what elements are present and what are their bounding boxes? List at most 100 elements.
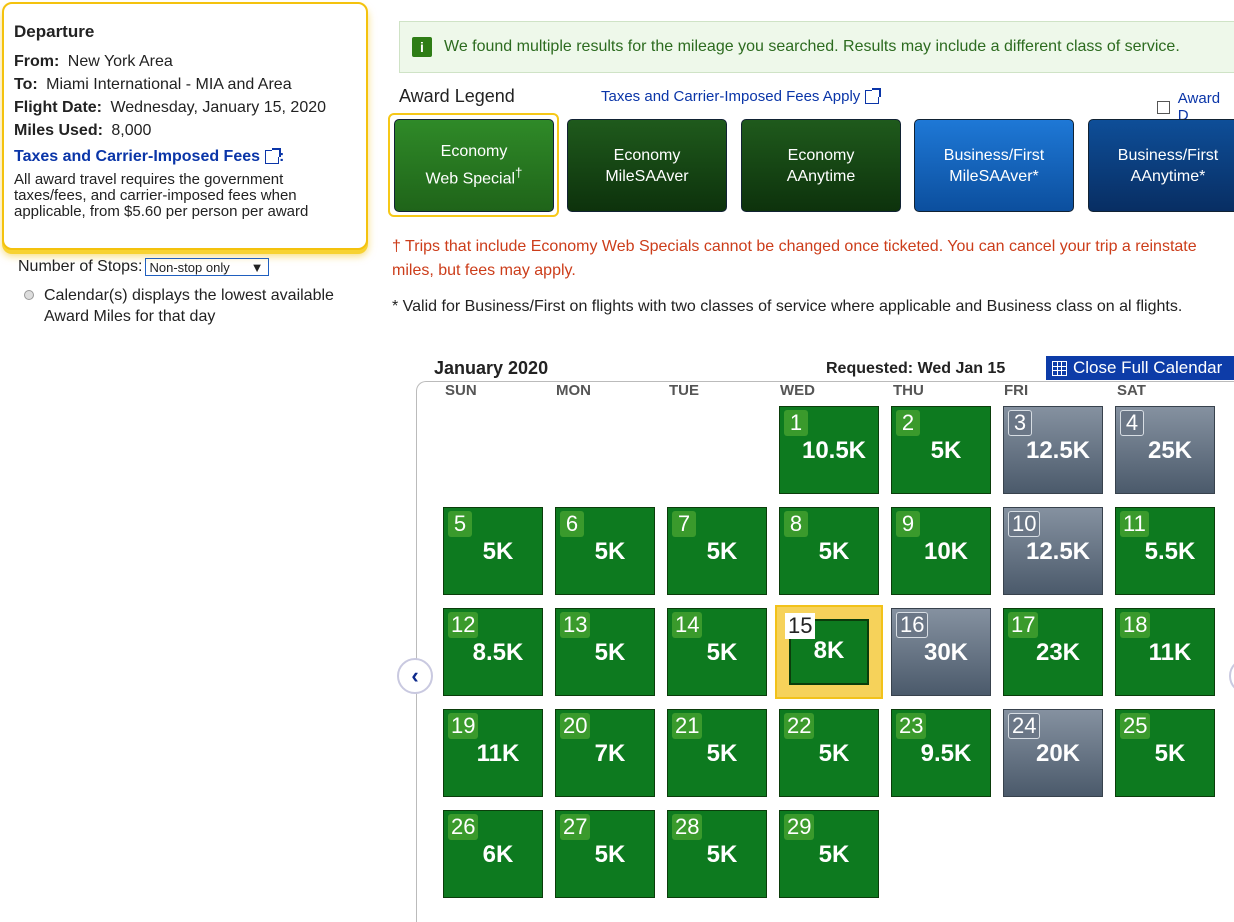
info-icon: i bbox=[412, 37, 432, 57]
day-number: 3 bbox=[1008, 410, 1032, 436]
day-number: 6 bbox=[560, 511, 584, 537]
day-number: 23 bbox=[896, 713, 927, 739]
day-number: 8 bbox=[784, 511, 808, 537]
day-number: 18 bbox=[1120, 612, 1151, 638]
calendar-day[interactable]: 20 7K bbox=[555, 709, 655, 797]
weekday-sun: SUN bbox=[445, 382, 477, 399]
day-number: 25 bbox=[1120, 713, 1151, 739]
calendar-day[interactable]: 1 10.5K bbox=[779, 406, 879, 494]
day-number: 19 bbox=[448, 713, 479, 739]
calendar-note: Calendar(s) displays the lowest availabl… bbox=[24, 285, 344, 327]
day-number: 27 bbox=[560, 814, 591, 840]
award-chart-icon bbox=[1157, 100, 1170, 114]
day-number: 1 bbox=[784, 410, 808, 436]
day-number: 10 bbox=[1008, 511, 1041, 537]
day-miles: 23K bbox=[1035, 639, 1081, 666]
day-miles: 5K bbox=[482, 538, 514, 565]
calendar-day[interactable]: 14 5K bbox=[667, 608, 767, 696]
weekday-mon: MON bbox=[556, 382, 591, 399]
day-number: 20 bbox=[560, 713, 591, 739]
day-number: 2 bbox=[896, 410, 920, 436]
weekday-wed: WED bbox=[780, 382, 815, 399]
taxes-fees-link[interactable]: Taxes and Carrier-Imposed Fees : bbox=[14, 148, 284, 166]
day-miles: 5K bbox=[594, 639, 626, 666]
calendar-day[interactable]: 16 30K bbox=[891, 608, 991, 696]
calendar-day[interactable]: 18 11K bbox=[1115, 608, 1215, 696]
day-number: 22 bbox=[784, 713, 815, 739]
calendar-day[interactable]: 25 5K bbox=[1115, 709, 1215, 797]
calendar-day[interactable]: 27 5K bbox=[555, 810, 655, 898]
legend-business-aanytime[interactable]: Business/First AAnytime* bbox=[1088, 119, 1234, 212]
flight-date-row: Flight Date: Wednesday, January 15, 2020 bbox=[14, 99, 327, 116]
calendar-day[interactable]: 10 12.5K bbox=[1003, 507, 1103, 595]
calendar-grid-icon bbox=[1052, 360, 1067, 376]
day-miles: 11K bbox=[1148, 639, 1192, 666]
day-miles: 5K bbox=[706, 538, 738, 565]
calendar-day[interactable]: 29 5K bbox=[779, 810, 879, 898]
calendar-day[interactable]: 19 11K bbox=[443, 709, 543, 797]
dropdown-arrow-icon: ▼ bbox=[250, 259, 264, 275]
external-link-icon bbox=[265, 148, 282, 164]
weekday-tue: TUE bbox=[669, 382, 699, 399]
calendar-day[interactable]: 26 6K bbox=[443, 810, 543, 898]
day-number: 21 bbox=[672, 713, 703, 739]
day-number: 4 bbox=[1120, 410, 1144, 436]
calendar-day[interactable]: 5 5K bbox=[443, 507, 543, 595]
calendar-day[interactable]: 6 5K bbox=[555, 507, 655, 595]
dagger-mark: † bbox=[515, 165, 523, 181]
calendar-day[interactable]: 11 5.5K bbox=[1115, 507, 1215, 595]
calendar-day[interactable]: 15 8K bbox=[775, 605, 883, 699]
web-special-note: † Trips that include Economy Web Special… bbox=[392, 238, 1197, 279]
calendar-day[interactable]: 12 8.5K bbox=[443, 608, 543, 696]
calendar-day[interactable]: 13 5K bbox=[555, 608, 655, 696]
day-miles: 12.5K bbox=[1025, 538, 1091, 565]
stops-select[interactable]: Non-stop only ▼ bbox=[144, 258, 269, 276]
calendar-day[interactable]: 7 5K bbox=[667, 507, 767, 595]
fees-note: All award travel requires the government… bbox=[14, 171, 309, 220]
day-number: 5 bbox=[448, 511, 472, 537]
calendar-day[interactable]: 24 20K bbox=[1003, 709, 1103, 797]
calendar-day[interactable]: 2 5K bbox=[891, 406, 991, 494]
day-miles: 5K bbox=[930, 437, 962, 464]
weekday-fri: FRI bbox=[1004, 382, 1029, 399]
day-miles: 10.5K bbox=[801, 437, 867, 464]
calendar-day[interactable]: 8 5K bbox=[779, 507, 879, 595]
calendar-day[interactable]: 22 5K bbox=[779, 709, 879, 797]
legend-economy-aanytime[interactable]: Economy AAnytime bbox=[741, 119, 901, 212]
calendar-day[interactable]: 3 12.5K bbox=[1003, 406, 1103, 494]
day-number: 11 bbox=[1120, 511, 1149, 537]
legend-economy-web-special[interactable]: Economy Web Special† bbox=[394, 119, 554, 212]
day-number: 24 bbox=[1008, 713, 1041, 739]
business-first-note: * Valid for Business/First on flights wi… bbox=[392, 298, 1183, 315]
stops-label: Number of Stops: bbox=[18, 258, 143, 275]
award-legend-title: Award Legend bbox=[399, 86, 515, 106]
calendar-day[interactable]: 28 5K bbox=[667, 810, 767, 898]
departure-title: Departure bbox=[14, 22, 95, 41]
legend-economy-milesaaver[interactable]: Economy MileSAAver bbox=[567, 119, 727, 212]
day-miles: 5K bbox=[706, 841, 738, 868]
calendar-day[interactable]: 4 25K bbox=[1115, 406, 1215, 494]
previous-month-button[interactable]: ‹ bbox=[397, 658, 433, 694]
day-number: 12 bbox=[448, 612, 479, 638]
stops-filter: Number of Stops: Non-stop only ▼ bbox=[18, 258, 269, 276]
close-full-calendar-button[interactable]: Close Full Calendar bbox=[1046, 356, 1234, 380]
to-row: To: Miami International - MIA and Area bbox=[14, 76, 292, 93]
day-number: 13 bbox=[560, 612, 591, 638]
day-miles: 5K bbox=[706, 639, 738, 666]
calendar-day[interactable]: 17 23K bbox=[1003, 608, 1103, 696]
calendar-day[interactable]: 23 9.5K bbox=[891, 709, 991, 797]
day-miles: 9.5K bbox=[920, 740, 972, 767]
calendar-day[interactable]: 21 5K bbox=[667, 709, 767, 797]
day-miles: 5K bbox=[818, 841, 850, 868]
day-number: 7 bbox=[672, 511, 696, 537]
day-miles: 8K bbox=[813, 637, 845, 664]
weekday-sat: SAT bbox=[1117, 382, 1146, 399]
calendar-day[interactable]: 9 10K bbox=[891, 507, 991, 595]
day-miles: 5K bbox=[706, 740, 738, 767]
legend-fees-link[interactable]: Taxes and Carrier-Imposed Fees Apply bbox=[601, 87, 882, 105]
legend-business-milesaaver[interactable]: Business/First MileSAAver* bbox=[914, 119, 1074, 212]
day-miles: 5K bbox=[1154, 740, 1186, 767]
results-banner: i We found multiple results for the mile… bbox=[399, 21, 1234, 73]
day-miles: 10K bbox=[923, 538, 969, 565]
day-miles: 5K bbox=[818, 538, 850, 565]
